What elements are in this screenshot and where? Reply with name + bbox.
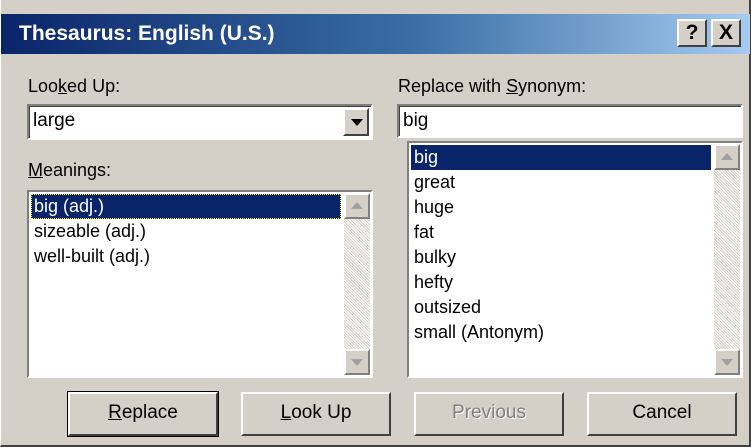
scroll-down-arrow-icon[interactable]	[344, 349, 370, 375]
meanings-listbox[interactable]: big (adj.) sizeable (adj.) well-built (a…	[27, 190, 373, 378]
meanings-scrollbar[interactable]	[344, 193, 370, 375]
replace-button[interactable]: Replace	[67, 391, 219, 437]
synonym-item[interactable]: fat	[411, 220, 711, 245]
replace-with-input[interactable]: big	[396, 103, 744, 139]
looked-up-value: large	[33, 110, 76, 131]
looked-up-combobox[interactable]: large	[26, 103, 374, 141]
meanings-label: Meanings:	[28, 160, 112, 180]
synonym-item[interactable]: hefty	[411, 270, 711, 295]
meanings-items: big (adj.) sizeable (adj.) well-built (a…	[31, 194, 341, 374]
window-title: Thesaurus: English (U.S.)	[19, 22, 275, 45]
thesaurus-dialog: Thesaurus: English (U.S.) ? X Looked Up:…	[0, 0, 751, 447]
combo-dropdown-arrow-icon[interactable]	[343, 108, 369, 136]
close-button[interactable]: X	[711, 19, 741, 47]
looked-up-label: Looked Up:	[28, 76, 121, 96]
meaning-item[interactable]: big (adj.)	[31, 194, 341, 219]
title-bar[interactable]: Thesaurus: English (U.S.) ? X	[1, 14, 750, 54]
synonym-item[interactable]: huge	[411, 195, 711, 220]
scroll-up-arrow-icon[interactable]	[714, 144, 740, 170]
synonym-item[interactable]: bulky	[411, 245, 711, 270]
synonyms-scrollbar[interactable]	[714, 144, 740, 375]
meaning-item[interactable]: well-built (adj.)	[31, 244, 341, 269]
synonym-item[interactable]: big	[411, 145, 711, 170]
synonym-items: big great huge fat bulky hefty outsized …	[411, 145, 711, 374]
synonym-item[interactable]: small (Antonym)	[411, 320, 711, 345]
synonym-item[interactable]: great	[411, 170, 711, 195]
replace-with-value: big	[403, 110, 429, 131]
replace-with-label: Replace with Synonym:	[398, 76, 587, 96]
scroll-down-arrow-icon[interactable]	[714, 349, 740, 375]
scroll-up-arrow-icon[interactable]	[344, 193, 370, 219]
cancel-button[interactable]: Cancel	[587, 392, 737, 436]
look-up-button[interactable]: Look Up	[241, 392, 391, 436]
help-button[interactable]: ?	[677, 19, 707, 47]
synonyms-listbox[interactable]: big great huge fat bulky hefty outsized …	[407, 141, 743, 378]
meaning-item[interactable]: sizeable (adj.)	[31, 219, 341, 244]
synonym-item[interactable]: outsized	[411, 295, 711, 320]
previous-button[interactable]: Previous	[414, 392, 564, 436]
